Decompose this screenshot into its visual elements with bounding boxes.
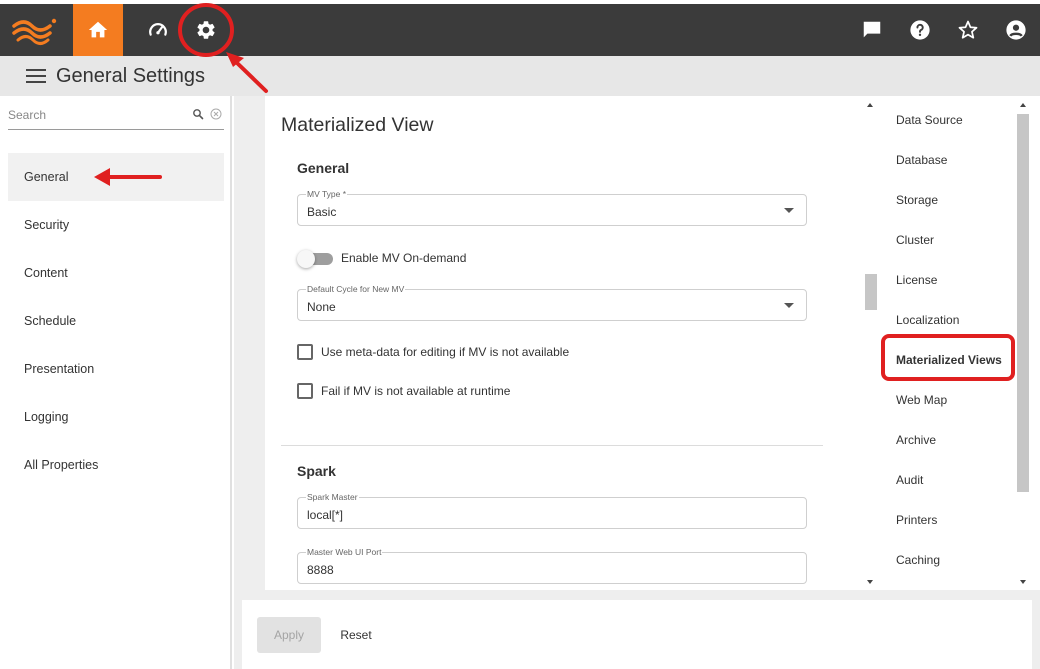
home-icon xyxy=(88,21,108,38)
scroll-down-icon[interactable] xyxy=(867,580,873,584)
action-bar: Apply Reset xyxy=(242,600,1032,669)
sidebar-item-label: Security xyxy=(24,218,70,232)
sidebar-item-label: Content xyxy=(24,266,68,280)
use-metadata-label: Use meta-data for editing if MV is not a… xyxy=(321,345,570,359)
section-divider xyxy=(281,445,823,446)
nav-item-license[interactable]: License xyxy=(896,273,937,287)
page-scroll-up-icon[interactable] xyxy=(1020,103,1026,107)
reset-button[interactable]: Reset xyxy=(330,617,382,653)
spark-section-title: Spark xyxy=(297,463,336,479)
nav-item-audit[interactable]: Audit xyxy=(896,473,923,487)
section-nav: Data Source Database Storage Cluster Lic… xyxy=(839,96,1040,590)
enable-mv-on-demand-toggle[interactable] xyxy=(297,250,333,268)
spark-master-label: Spark Master xyxy=(306,492,359,502)
page-scroll-down-icon[interactable] xyxy=(1020,580,1026,584)
gear-icon xyxy=(197,21,215,39)
sidebar-item-content[interactable]: Content xyxy=(8,249,224,297)
menu-icon[interactable] xyxy=(26,69,46,83)
nav-item-printers[interactable]: Printers xyxy=(896,513,937,527)
sidebar-item-general[interactable]: General xyxy=(8,153,224,201)
fail-if-unavailable-label: Fail if MV is not available at runtime xyxy=(321,384,511,398)
nav-item-data-source[interactable]: Data Source xyxy=(896,113,963,127)
nav-dashboard-button[interactable] xyxy=(133,4,183,56)
mv-type-label: MV Type * xyxy=(306,189,348,199)
spark-master-value: local[*] xyxy=(307,508,344,522)
nav-item-storage[interactable]: Storage xyxy=(896,193,938,207)
chevron-down-icon xyxy=(784,208,794,213)
sidebar-item-all-properties[interactable]: All Properties xyxy=(8,441,224,489)
account-button[interactable] xyxy=(996,4,1036,56)
use-metadata-checkbox[interactable] xyxy=(297,344,313,360)
title-bar: General Settings xyxy=(0,56,1040,96)
speedometer-icon xyxy=(149,23,167,36)
sidebar-item-logging[interactable]: Logging xyxy=(8,393,224,441)
mv-type-select[interactable]: MV Type * Basic xyxy=(297,189,807,226)
star-icon xyxy=(958,20,978,39)
section-nav-scroll-thumb[interactable] xyxy=(865,274,877,310)
search-icon[interactable] xyxy=(192,108,204,120)
clear-search-icon[interactable] xyxy=(210,108,222,120)
page-title: General Settings xyxy=(56,65,205,87)
apply-button[interactable]: Apply xyxy=(257,617,321,653)
nav-home-button[interactable] xyxy=(73,4,123,56)
nav-item-caching[interactable]: Caching xyxy=(896,553,940,567)
sidebar-item-label: Presentation xyxy=(24,362,95,376)
spark-master-field[interactable]: Spark Master local[*] xyxy=(297,492,807,529)
nav-item-cluster[interactable]: Cluster xyxy=(896,233,934,247)
sidebar-item-label: Logging xyxy=(24,410,69,424)
settings-card: Materialized View General MV Type * Basi… xyxy=(265,96,839,590)
sidebar-item-presentation[interactable]: Presentation xyxy=(8,345,224,393)
master-web-ui-port-field[interactable]: Master Web UI Port 8888 xyxy=(297,547,807,584)
chat-icon xyxy=(863,21,881,38)
general-section-title: General xyxy=(297,160,350,176)
settings-sidebar: General Security Content Schedule Presen… xyxy=(0,96,232,669)
sidebar-item-label: All Properties xyxy=(24,458,99,472)
chat-button[interactable] xyxy=(852,4,892,56)
nav-item-web-map[interactable]: Web Map xyxy=(896,393,947,407)
main-area: Materialized View General MV Type * Basi… xyxy=(234,96,1040,669)
page-scroll-thumb[interactable] xyxy=(1017,114,1029,492)
master-web-ui-port-label: Master Web UI Port xyxy=(306,547,383,557)
mv-type-value: Basic xyxy=(307,205,337,219)
chevron-down-icon xyxy=(784,303,794,308)
search-input[interactable] xyxy=(8,108,178,122)
default-cycle-select[interactable]: Default Cycle for New MV None xyxy=(297,284,807,321)
top-bar xyxy=(0,4,1040,56)
fail-if-unavailable-checkbox[interactable] xyxy=(297,383,313,399)
nav-item-archive[interactable]: Archive xyxy=(896,433,936,447)
master-web-ui-port-value: 8888 xyxy=(307,563,334,577)
sidebar-item-schedule[interactable]: Schedule xyxy=(8,297,224,345)
help-button[interactable] xyxy=(900,4,940,56)
default-cycle-label: Default Cycle for New MV xyxy=(306,284,406,294)
nav-settings-button[interactable] xyxy=(181,4,231,56)
logo-icon xyxy=(10,14,58,46)
nav-item-database[interactable]: Database xyxy=(896,153,947,167)
sidebar-item-label: General xyxy=(24,170,69,184)
scroll-up-icon[interactable] xyxy=(867,103,873,107)
nav-item-localization[interactable]: Localization xyxy=(896,313,959,327)
section-page-title: Materialized View xyxy=(281,114,434,136)
sidebar-item-security[interactable]: Security xyxy=(8,201,224,249)
search-box xyxy=(8,104,224,130)
nav-item-materialized-views[interactable]: Materialized Views xyxy=(896,353,1002,367)
favorites-button[interactable] xyxy=(948,4,988,56)
enable-mv-on-demand-label: Enable MV On-demand xyxy=(341,251,467,265)
default-cycle-value: None xyxy=(307,300,336,314)
help-icon xyxy=(910,20,930,40)
account-icon xyxy=(1006,20,1026,40)
sidebar-item-label: Schedule xyxy=(24,314,77,328)
